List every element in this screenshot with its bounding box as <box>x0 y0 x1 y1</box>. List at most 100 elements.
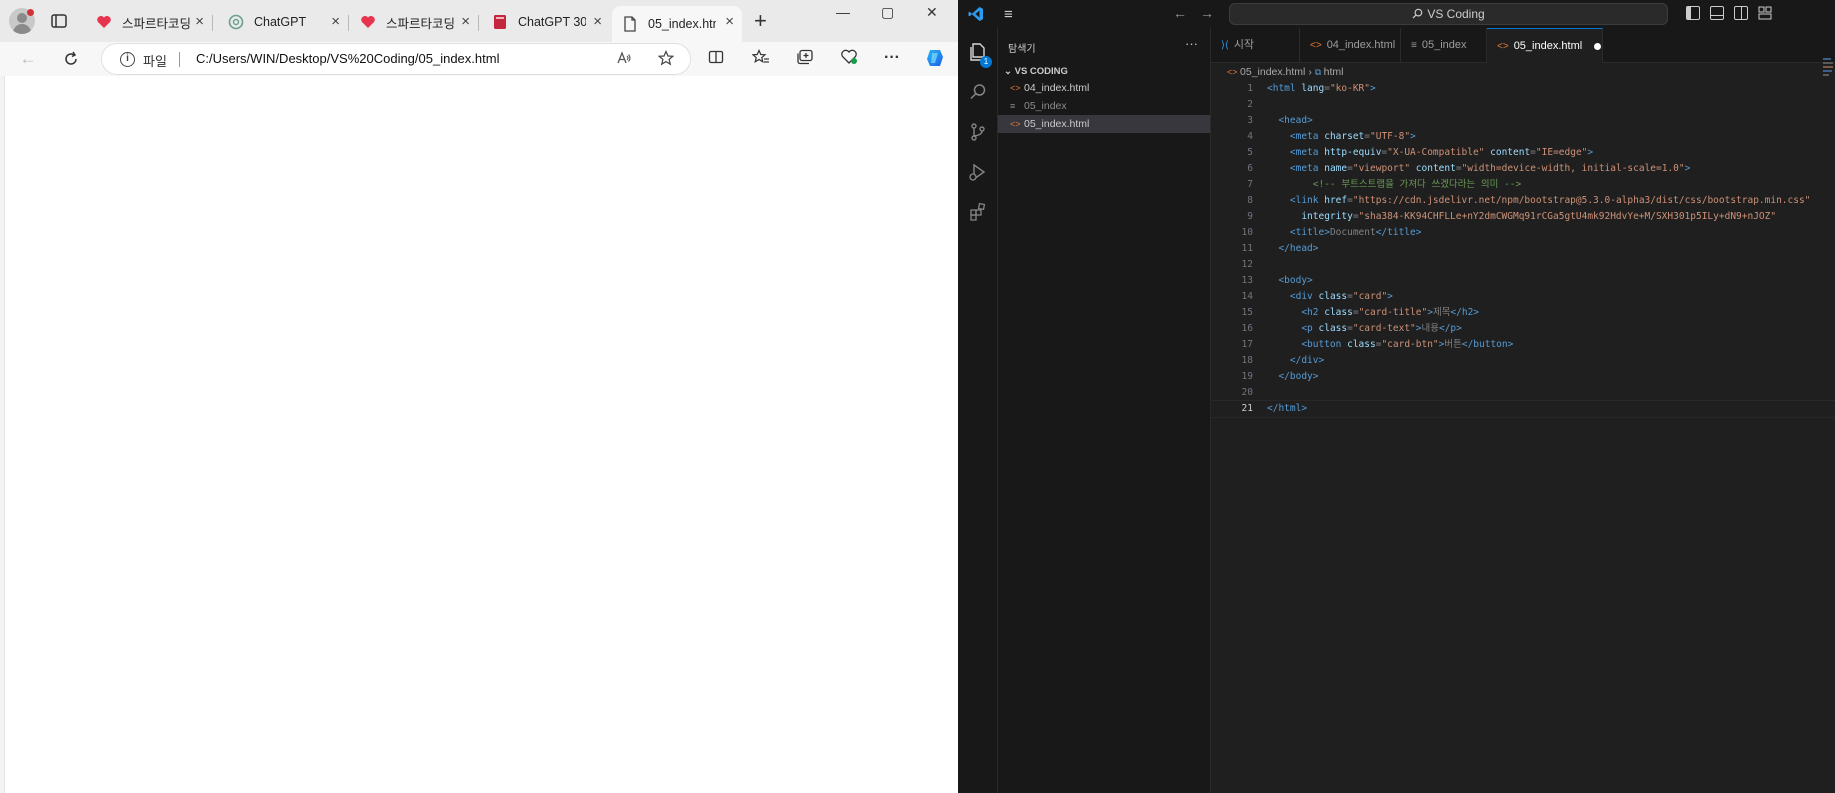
file-05-index[interactable]: ≡ 05_index <box>998 97 1210 115</box>
back-arrow-icon[interactable]: ← <box>18 49 38 69</box>
close-tab-icon[interactable]: × <box>593 14 602 30</box>
extensions-icon[interactable] <box>958 192 998 232</box>
code-token: 제목 <box>1432 307 1451 318</box>
unsaved-dot-icon[interactable] <box>1594 42 1602 50</box>
editor-tab-welcome[interactable]: ⟩⟨ 시작 <box>1211 28 1300 63</box>
browser-essentials-icon[interactable] <box>840 49 858 70</box>
breadcrumb-file[interactable]: 05_index.html <box>1240 66 1305 78</box>
code-text: <!-- 부트스트랩을 가져다 쓰겠다라는 의미 --> <box>1267 177 1521 193</box>
code-line[interactable]: 9 integrity="sha384-KK94CHFLLe+nY2dmCWGM… <box>1211 209 1835 225</box>
file-05-index-html[interactable]: <> 05_index.html <box>998 115 1210 133</box>
code-text: <meta http-equiv="X-UA-Compatible" conte… <box>1267 145 1593 161</box>
element-icon: ⧉ <box>1314 67 1324 77</box>
code-line[interactable]: 15 <h2 class="card-title">제목</h2> <box>1211 305 1835 321</box>
tab-actions-icon[interactable] <box>50 12 68 30</box>
workspace-folder-header[interactable]: ⌄ VS CODING <box>1004 66 1068 77</box>
close-tab-icon[interactable]: × <box>725 14 734 30</box>
code-token: <html <box>1267 83 1302 94</box>
collections-icon[interactable] <box>796 49 814 70</box>
code-line[interactable]: 14 <div class="card"> <box>1211 289 1835 305</box>
browser-tab-4[interactable]: ChatGPT 300 × <box>482 6 610 38</box>
code-line[interactable]: 18 </div> <box>1211 353 1835 369</box>
back-arrow-icon[interactable]: ← <box>1173 5 1187 21</box>
toggle-primary-sidebar-icon[interactable] <box>1686 6 1700 20</box>
more-options-icon[interactable]: ··· <box>884 49 900 67</box>
code-token: <meta <box>1289 131 1325 142</box>
favorites-icon[interactable] <box>751 49 770 70</box>
new-tab-button[interactable]: + <box>754 10 767 32</box>
browser-tab-2[interactable]: ChatGPT × <box>218 6 349 38</box>
explorer-more-button[interactable]: ··· <box>1185 36 1198 51</box>
close-window-button[interactable]: ✕ <box>926 4 938 21</box>
code-line[interactable]: 21 </html> <box>1210 400 1835 418</box>
search-icon[interactable] <box>958 72 998 112</box>
code-editor[interactable]: 1 <html lang="ko-KR"> 2 3 <head> 4 <meta cha… <box>1210 81 1835 793</box>
browser-tab-label: ChatGPT <box>254 15 307 29</box>
code-line[interactable]: 13 <body> <box>1211 273 1835 289</box>
editor-tab-05-index-html[interactable]: <> 05_index.html <box>1487 28 1603 63</box>
url-text[interactable]: C:/Users/WIN/Desktop/VS%20Coding/05_inde… <box>196 51 499 66</box>
code-line[interactable]: 19 </body> <box>1211 369 1835 385</box>
code-line[interactable]: 7 <!-- 부트스트랩을 가져다 쓰겠다라는 의미 --> <box>1211 177 1835 193</box>
refresh-icon[interactable] <box>61 49 81 69</box>
browser-tab-active[interactable]: 05_index.htm × <box>612 6 742 42</box>
code-line[interactable]: 16 <p class="card-text">내용</p> <box>1211 321 1835 337</box>
close-tab-icon[interactable]: × <box>195 14 204 30</box>
breadcrumb-node[interactable]: html <box>1324 66 1344 78</box>
toggle-panel-icon[interactable] <box>1710 6 1724 20</box>
code-line[interactable]: 8 <link href="https://cdn.jsdelivr.net/n… <box>1211 193 1835 209</box>
file-04-index-html[interactable]: <> 04_index.html <box>998 79 1210 97</box>
line-number: 3 <box>1247 115 1253 126</box>
code-line[interactable]: 20 <box>1211 385 1835 401</box>
code-token: "X-UA-Compatible" <box>1387 147 1485 158</box>
menu-hamburger-icon[interactable]: ≡ <box>1004 6 1013 23</box>
close-tab-icon[interactable]: × <box>461 14 470 30</box>
run-debug-icon[interactable] <box>958 152 998 192</box>
code-token: </p> <box>1438 323 1462 334</box>
code-token: <title> <box>1289 227 1330 238</box>
address-bar[interactable]: i 파일 C:/Users/WIN/Desktop/VS%20Coding/05… <box>102 44 690 74</box>
code-text: integrity="sha384-KK94CHFLLe+nY2dmCWGMq9… <box>1267 209 1776 225</box>
copilot-icon[interactable] <box>924 47 946 74</box>
code-line[interactable]: 10 <title>Document</title> <box>1211 225 1835 241</box>
code-line[interactable]: 12 <box>1211 257 1835 273</box>
code-line[interactable]: 5 <meta http-equiv="X-UA-Compatible" con… <box>1211 145 1835 161</box>
command-center-search[interactable]: VS Coding <box>1229 3 1668 25</box>
code-line[interactable]: 6 <meta name="viewport" content="width=d… <box>1211 161 1835 177</box>
maximize-button[interactable]: ▢ <box>881 4 894 21</box>
customize-layout-icon[interactable] <box>1758 6 1772 20</box>
split-screen-icon[interactable] <box>708 49 724 70</box>
html-file-icon: <> <box>1310 40 1322 51</box>
toggle-secondary-sidebar-icon[interactable] <box>1734 6 1748 20</box>
code-token: integrity <box>1301 211 1353 222</box>
code-token: http-equiv <box>1324 147 1382 158</box>
code-line[interactable]: 4 <meta charset="UTF-8"> <box>1211 129 1835 145</box>
code-line[interactable]: 17 <button class="card-btn">버튼</button> <box>1211 337 1835 353</box>
code-text: </body> <box>1267 369 1319 385</box>
editor-tab-04-index-html[interactable]: <> 04_index.html <box>1300 28 1401 63</box>
browser-tab-1[interactable]: 스파르타코딩 × <box>86 6 213 38</box>
forward-arrow-icon[interactable]: → <box>1200 5 1214 21</box>
minimap[interactable] <box>1823 56 1835 116</box>
web-page-viewport[interactable] <box>4 76 958 793</box>
favorite-star-icon[interactable] <box>657 50 675 70</box>
code-line[interactable]: 1 <html lang="ko-KR"> <box>1211 81 1835 97</box>
code-token: > <box>1370 83 1376 94</box>
info-icon[interactable]: i <box>120 52 135 67</box>
code-line[interactable]: 11 </head> <box>1211 241 1835 257</box>
code-line[interactable]: 2 <box>1211 97 1835 113</box>
search-icon <box>1412 5 1423 25</box>
code-line[interactable]: 3 <head> <box>1211 113 1835 129</box>
editor-tab-05-index[interactable]: ≡ 05_index <box>1401 28 1487 63</box>
close-tab-icon[interactable]: × <box>331 14 340 30</box>
code-token: > <box>1587 147 1594 158</box>
code-token: </body> <box>1278 371 1319 382</box>
explorer-icon[interactable]: 1 <box>958 32 998 72</box>
source-control-icon[interactable] <box>958 112 998 152</box>
minimize-button[interactable]: — <box>836 4 850 20</box>
code-token: "card-title" <box>1358 307 1428 318</box>
browser-tab-3[interactable]: 스파르타코딩 × <box>350 6 479 38</box>
read-aloud-icon[interactable] <box>616 50 632 70</box>
